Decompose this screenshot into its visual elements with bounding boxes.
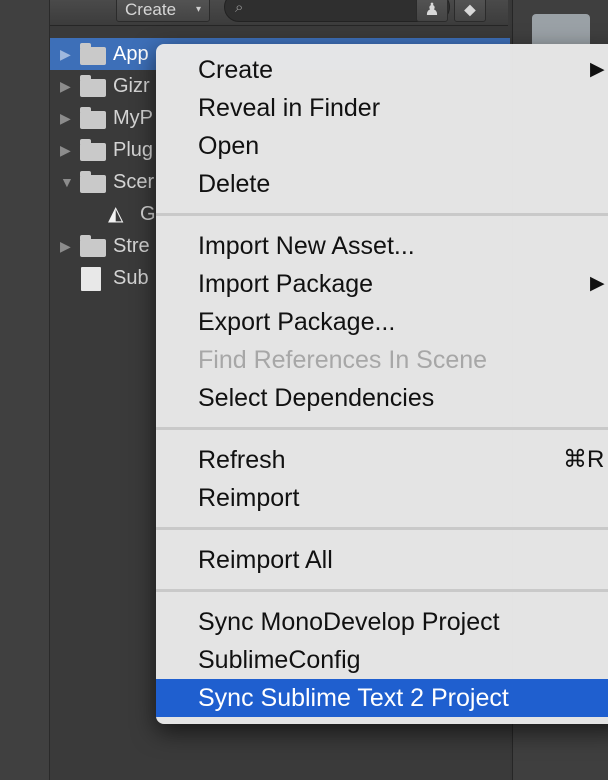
menu-separator (156, 417, 608, 441)
menu-item-label: Create (198, 56, 274, 84)
create-dropdown-button[interactable]: Create ▾ (116, 0, 210, 22)
menu-item-label: Sync Sublime Text 2 Project (198, 684, 509, 712)
menu-separator (156, 517, 608, 541)
folder-icon (80, 107, 106, 129)
menu-separator (156, 203, 608, 227)
tree-item-label: App (113, 43, 149, 65)
expand-arrow-icon[interactable]: ▶ (60, 70, 71, 102)
tree-item-label: G (140, 203, 156, 225)
menu-item-reimport-all[interactable]: Reimport All (156, 541, 608, 579)
menu-item-label: Reimport (198, 484, 300, 512)
menu-item-reveal-in-finder[interactable]: Reveal in Finder (156, 89, 608, 127)
tree-item-label: Stre (113, 235, 150, 257)
tag-icon[interactable]: ⬥ (454, 0, 486, 22)
menu-item-sync-sublime-text-2-project[interactable]: Sync Sublime Text 2 Project (156, 679, 608, 717)
tree-item-label: MyP (113, 107, 153, 129)
menu-item-sublimeconfig[interactable]: SublimeConfig (156, 641, 608, 679)
folder-icon (80, 139, 106, 161)
create-button-label: Create (125, 0, 177, 19)
menu-item-label: SublimeConfig (198, 646, 361, 674)
menu-item-find-references-in-scene: Find References In Scene (156, 341, 608, 379)
menu-item-label: Import New Asset... (198, 232, 415, 260)
menu-item-label: Sync MonoDevelop Project (198, 608, 500, 636)
folder-icon (80, 171, 106, 193)
menu-item-label: Export Package... (198, 308, 396, 336)
menu-separator (156, 579, 608, 603)
expand-arrow-icon[interactable]: ▶ (60, 38, 71, 70)
submenu-arrow-icon: ▶ (590, 273, 605, 294)
left-panel-strip (0, 0, 50, 780)
tree-item-label: Scer (113, 171, 155, 193)
menu-item-import-package[interactable]: Import Package ▶ (156, 265, 608, 303)
chevron-down-icon: ▾ (195, 4, 201, 15)
folder-thumbnail-icon[interactable] (532, 14, 590, 44)
expand-arrow-icon[interactable]: ▶ (60, 134, 71, 166)
expand-arrow-icon[interactable]: ▶ (60, 230, 71, 262)
search-icon: ⌕ (235, 0, 244, 16)
tree-item-label: Plug (113, 139, 154, 161)
menu-item-label: Delete (198, 170, 271, 198)
menu-item-delete[interactable]: Delete (156, 165, 608, 203)
menu-item-select-dependencies[interactable]: Select Dependencies (156, 379, 608, 417)
submenu-arrow-icon: ▶ (590, 59, 605, 80)
menu-item-label: Select Dependencies (198, 384, 435, 412)
context-menu: Create ▶ Reveal in Finder Open Delete Im… (156, 44, 608, 724)
menu-item-import-new-asset[interactable]: Import New Asset... (156, 227, 608, 265)
folder-icon (80, 75, 106, 97)
project-toolbar: Create ▾ ⌕ ♟ ⬥ (50, 0, 508, 26)
folder-icon (80, 43, 106, 65)
collapse-arrow-icon[interactable]: ▼ (60, 166, 74, 198)
menu-item-label: Reveal in Finder (198, 94, 381, 122)
menu-item-label: Refresh (198, 446, 286, 474)
menu-item-open[interactable]: Open (156, 127, 608, 165)
tree-item-label: Sub (113, 267, 149, 289)
menu-item-label: Find References In Scene (198, 346, 488, 374)
menu-item-create[interactable]: Create ▶ (156, 51, 608, 89)
menu-item-reimport[interactable]: Reimport (156, 479, 608, 517)
unity-scene-icon: ◭ (108, 203, 124, 225)
menu-item-refresh[interactable]: Refresh ⌘R (156, 441, 608, 479)
menu-item-label: Import Package (198, 270, 374, 298)
menu-item-sync-monodevelop-project[interactable]: Sync MonoDevelop Project (156, 603, 608, 641)
menu-item-export-package[interactable]: Export Package... (156, 303, 608, 341)
person-filter-icon[interactable]: ♟ (416, 0, 448, 22)
tree-item-label: Gizr (113, 75, 150, 97)
menu-item-label: Open (198, 132, 260, 160)
keyboard-shortcut: ⌘R (563, 446, 605, 473)
folder-icon (80, 235, 106, 257)
expand-arrow-icon[interactable]: ▶ (60, 102, 71, 134)
file-icon (81, 267, 101, 291)
menu-item-label: Reimport All (198, 546, 333, 574)
